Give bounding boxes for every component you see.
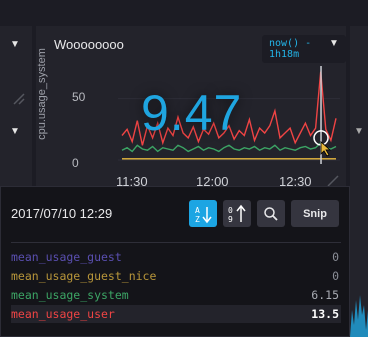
svg-text:A: A: [195, 206, 200, 215]
cell-title[interactable]: Woooooooo: [54, 37, 124, 52]
chevron-down-icon[interactable]: ▼: [354, 126, 364, 137]
tooltip-timestamp: 2017/07/10 12:29: [11, 206, 113, 221]
series-value: 6.15: [311, 288, 339, 302]
svg-text:0: 0: [228, 206, 233, 215]
series-line-mean_usage_system: [121, 141, 337, 153]
y-axis-label: cpu.usage_system: [36, 48, 48, 140]
single-stat-value: 9.47: [141, 85, 243, 141]
y-tick-label: 50: [72, 90, 86, 104]
chevron-down-icon[interactable]: ▼: [329, 38, 339, 49]
sort-numeric-icon: 0 9: [228, 204, 246, 224]
chevron-down-icon[interactable]: ▼: [10, 39, 20, 50]
series-name: mean_usage_guest_nice: [11, 269, 157, 283]
y-tick-label: 0: [72, 156, 79, 170]
search-button[interactable]: [257, 200, 285, 227]
series-name: mean_usage_system: [11, 288, 129, 302]
legend-row: mean_usage_guest_nice 0: [11, 267, 341, 285]
hover-legend-tooltip: 2017/07/10 12:29 A Z 0 9 Snip mean_usage…: [0, 186, 350, 337]
adjacent-chart-fragment: [350, 295, 368, 337]
series-value: 0: [332, 269, 339, 283]
snip-button[interactable]: Snip: [291, 200, 339, 227]
series-name: mean_usage_guest: [11, 250, 122, 264]
svg-text:Z: Z: [195, 215, 200, 224]
dashboard-cell: Woooooooo now() - 1h18m ▼ cpu.usage_syst…: [36, 26, 346, 190]
series-value: 0: [332, 250, 339, 264]
series-value: 13.5: [311, 307, 339, 321]
sort-alpha-button[interactable]: A Z: [189, 200, 217, 227]
svg-text:9: 9: [228, 215, 233, 224]
chevron-down-icon[interactable]: ▼: [10, 126, 20, 137]
sort-numeric-button[interactable]: 0 9: [223, 200, 251, 227]
legend-row-highlighted: mean_usage_user 13.5: [11, 305, 341, 323]
divider: [11, 242, 341, 243]
sort-alpha-icon: A Z: [195, 206, 212, 224]
search-icon: [264, 206, 278, 221]
legend-row: mean_usage_system 6.15: [11, 286, 341, 304]
series-name: mean_usage_user: [11, 307, 115, 321]
resize-handle-icon[interactable]: [12, 92, 26, 106]
legend-row: mean_usage_guest 0: [11, 248, 341, 266]
